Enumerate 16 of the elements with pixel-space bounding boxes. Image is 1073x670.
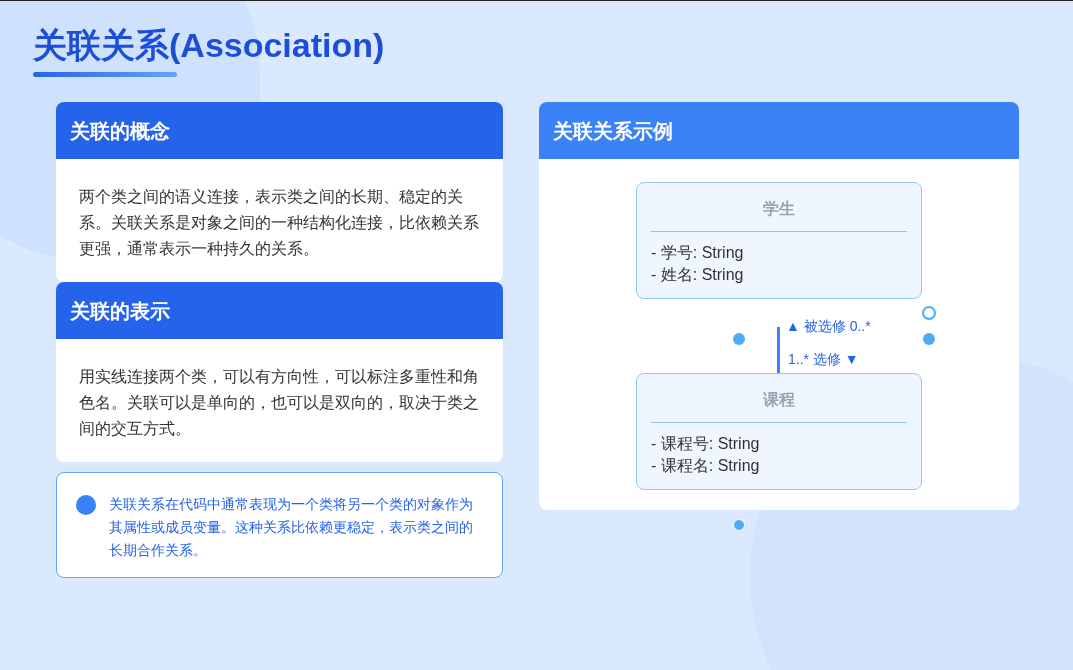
- card-title: 关联的表示: [70, 298, 170, 324]
- multiplicity-label: 1..* 选修 ▼: [788, 350, 859, 369]
- association-line: [777, 327, 780, 373]
- class-name: 学生: [651, 197, 907, 232]
- class-attribute: - 课程名: String: [651, 456, 761, 476]
- class-name: 课程: [651, 388, 907, 423]
- class-attribute: - 姓名: String: [651, 265, 745, 285]
- note-text: 关联关系在代码中通常表现为一个类将另一个类的对象作为其属性或成员变量。这种关系比依赖更稳定，表示类之间的长期合作关系。: [109, 495, 474, 560]
- class-attribute: - 课程号: String: [651, 434, 761, 454]
- card-text: 用实线连接两个类，可以有方向性，可以标注多重性和角色名。关联可以是单向的，也可以是双向的，取决于类之间的交互方式。: [78, 367, 480, 439]
- class-attribute: - 学号: String: [651, 243, 745, 263]
- card-title: 关联关系示例: [553, 118, 673, 144]
- card-text: 两个类之间的语义连接，表示类之间的长期、稳定的关系。关联关系是对象之间的一种结构化连接，比依赖关系更强，通常表示一种持久的关系。: [78, 187, 480, 259]
- multiplicity-label: ▲ 被选修 0..*: [786, 317, 871, 336]
- card-title: 关联的概念: [70, 118, 170, 144]
- page-title: 关联关系(Association): [33, 25, 385, 66]
